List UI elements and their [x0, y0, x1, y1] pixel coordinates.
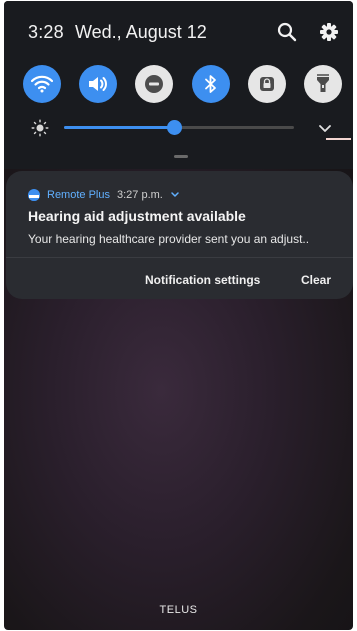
do-not-disturb-toggle[interactable]	[135, 65, 173, 103]
search-icon[interactable]	[276, 21, 298, 43]
wifi-icon	[31, 75, 53, 93]
carrier-label: TELUS	[159, 604, 198, 616]
clear-button[interactable]: Clear	[301, 273, 331, 287]
brightness-slider-fill	[64, 126, 174, 129]
bluetooth-icon	[205, 75, 216, 93]
notification-title: Hearing aid adjustment available	[28, 208, 246, 224]
expand-chevron-icon[interactable]	[170, 186, 180, 204]
notification-settings-button[interactable]: Notification settings	[145, 273, 260, 287]
chevron-down-icon[interactable]	[318, 121, 332, 139]
wifi-toggle[interactable]	[23, 65, 61, 103]
notification-divider	[6, 257, 353, 258]
notification-app-name: Remote Plus	[47, 189, 110, 201]
brightness-sun-icon	[31, 119, 49, 142]
brightness-row	[4, 115, 353, 141]
clock[interactable]: 3:28	[28, 22, 64, 43]
lock-icon	[260, 77, 274, 91]
settings-gear-icon[interactable]	[318, 21, 340, 43]
notification-time: 3:27 p.m.	[116, 189, 163, 201]
brightness-slider-thumb[interactable]	[167, 120, 182, 135]
notification-body: Your hearing healthcare provider sent yo…	[28, 232, 310, 246]
quick-settings-row	[4, 65, 353, 105]
do-not-disturb-icon	[145, 75, 163, 93]
phone-screen: 3:28 Wed., August 12 Remote Plus 3:27 p.…	[4, 1, 353, 630]
bluetooth-toggle[interactable]	[192, 65, 230, 103]
shade-drag-handle[interactable]	[174, 155, 188, 158]
sound-toggle[interactable]	[79, 65, 117, 103]
date[interactable]: Wed., August 12	[75, 22, 207, 43]
flashlight-toggle[interactable]	[304, 65, 342, 103]
volume-icon	[89, 77, 107, 91]
flashlight-icon	[317, 74, 329, 92]
notification-header: Remote Plus 3:27 p.m.	[28, 188, 180, 202]
screen-lock-toggle[interactable]	[248, 65, 286, 103]
brightness-slider[interactable]	[64, 120, 351, 140]
remote-plus-app-icon	[28, 189, 40, 201]
status-bar: 3:28 Wed., August 12	[4, 1, 353, 61]
